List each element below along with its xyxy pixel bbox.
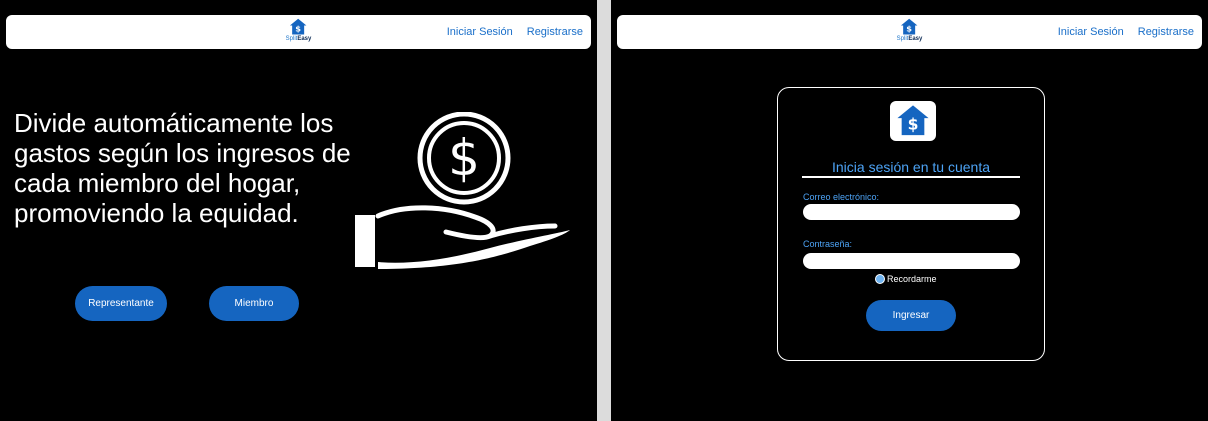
nav-register-link[interactable]: Registrarse — [527, 26, 583, 38]
svg-text:$: $ — [908, 116, 919, 134]
house-dollar-logo-icon: $ — [897, 105, 929, 136]
top-navbar: $ SplitEasy Iniciar Sesión Registrarse — [6, 15, 591, 49]
remember-me[interactable]: Recordarme — [875, 274, 937, 284]
hero-headline: Divide automáticamente los gastos según … — [14, 108, 351, 228]
remember-checkbox[interactable] — [875, 274, 885, 284]
dollar-coin-icon: $ — [417, 112, 511, 205]
password-label: Contraseña: — [803, 239, 853, 249]
remember-label: Recordarme — [887, 274, 937, 284]
house-dollar-logo-icon: $ — [290, 18, 307, 35]
email-field[interactable] — [803, 204, 1020, 220]
card-logo: $ — [890, 101, 936, 141]
login-screen: $ SplitEasy Iniciar Sesión Registrarse $… — [611, 0, 1208, 421]
open-hand-icon — [355, 205, 570, 269]
brand-logo[interactable]: $ SplitEasy — [285, 18, 312, 43]
password-field[interactable] — [803, 253, 1020, 269]
nav-register-link[interactable]: Registrarse — [1138, 26, 1194, 38]
hand-coin-illustration: $ — [355, 112, 570, 269]
login-submit-button[interactable]: Ingresar — [866, 300, 956, 331]
member-button[interactable]: Miembro — [209, 286, 299, 321]
nav-login-link[interactable]: Iniciar Sesión — [447, 26, 513, 38]
login-title: Inicia sesión en tu cuenta — [802, 159, 1020, 178]
brand-name: SplitEasy — [285, 36, 312, 42]
login-card: $ Inicia sesión en tu cuenta Correo elec… — [777, 87, 1045, 361]
brand-name: SplitEasy — [896, 36, 923, 42]
representative-button[interactable]: Representante — [75, 286, 167, 321]
email-label: Correo electrónico: — [803, 192, 880, 202]
brand-logo[interactable]: $ SplitEasy — [896, 18, 923, 43]
house-dollar-logo-icon: $ — [901, 18, 918, 35]
landing-screen: $ SplitEasy Iniciar Sesión Registrarse D… — [0, 0, 597, 421]
svg-text:$: $ — [448, 129, 480, 187]
top-navbar: $ SplitEasy Iniciar Sesión Registrarse — [617, 15, 1202, 49]
svg-text:$: $ — [296, 24, 302, 34]
nav-login-link[interactable]: Iniciar Sesión — [1058, 26, 1124, 38]
svg-text:$: $ — [907, 24, 913, 34]
